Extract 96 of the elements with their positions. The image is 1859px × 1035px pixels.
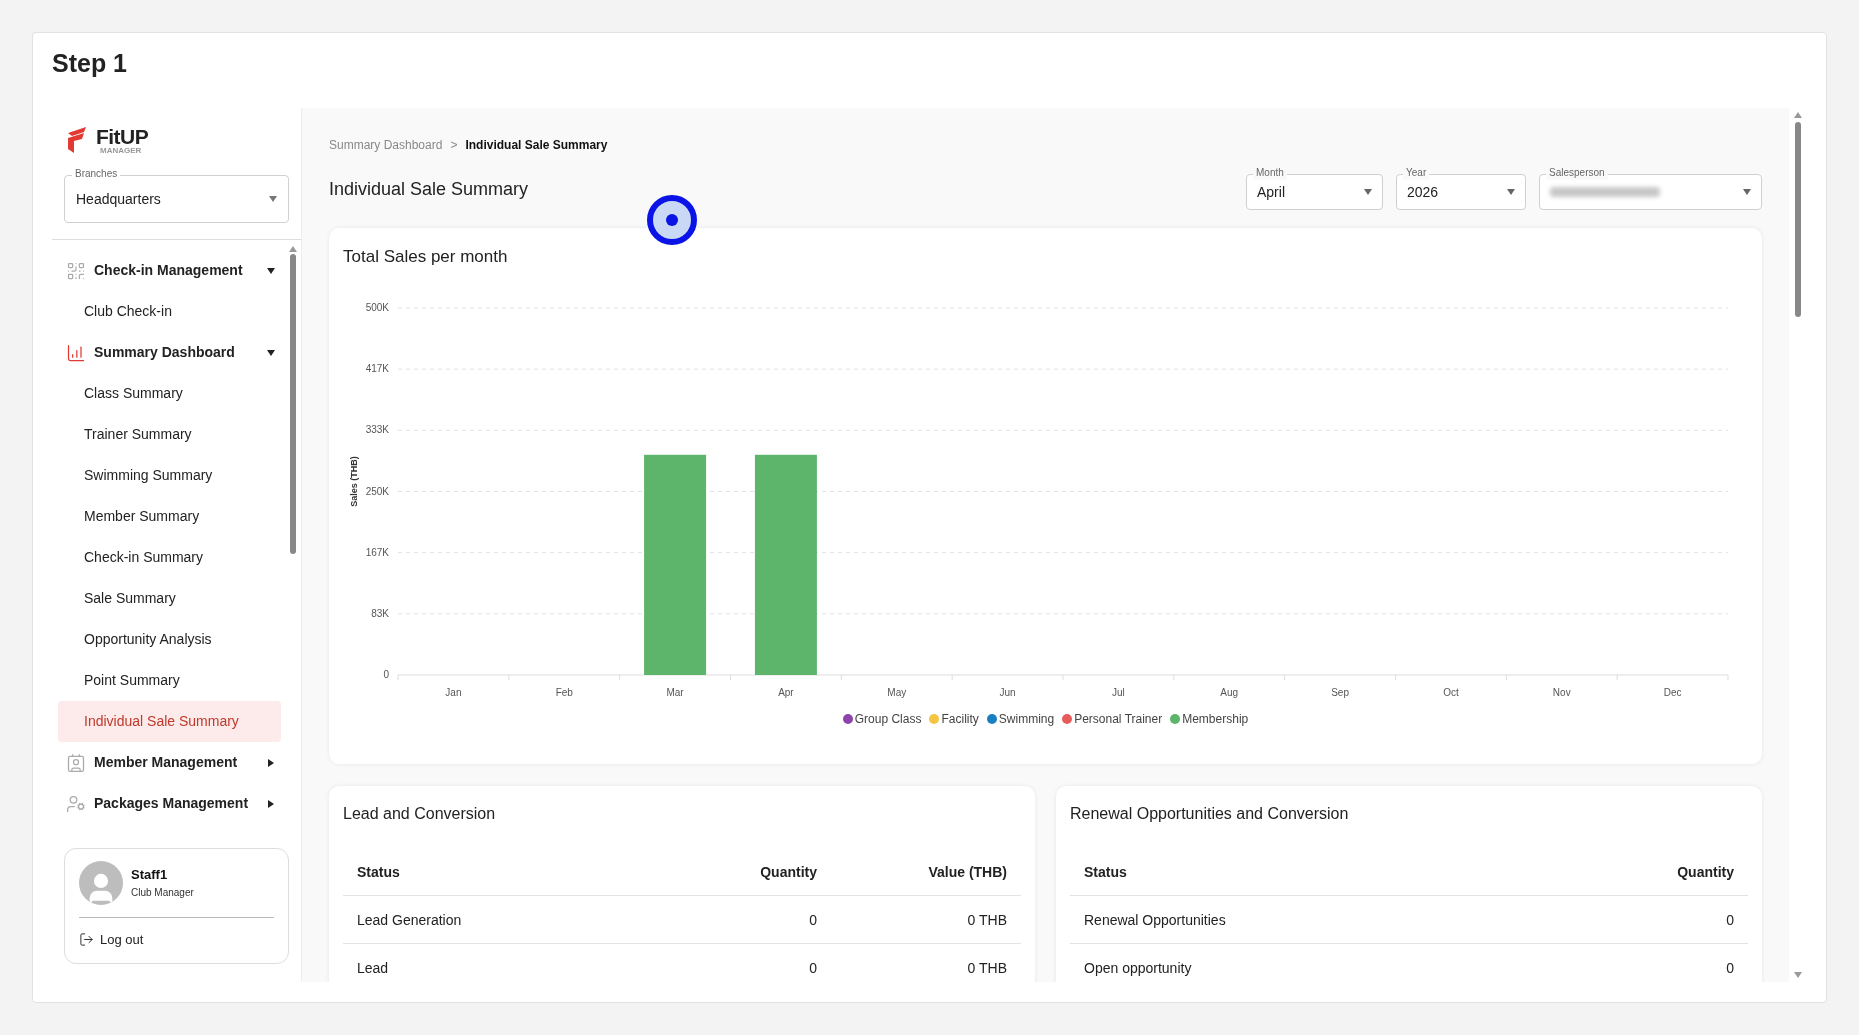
column-header: Status [357, 863, 400, 880]
table-cell: Renewal Opportunities [1084, 911, 1226, 928]
scrollbar-thumb[interactable] [290, 254, 296, 554]
select-value: April [1257, 182, 1285, 202]
y-tick-label: 250K [365, 485, 389, 497]
table-cell: Lead [357, 959, 389, 976]
logout-button[interactable]: Log out [79, 929, 144, 949]
menu-group-label: Member Management [94, 753, 238, 772]
dropdown-caret-icon [269, 196, 277, 202]
column-header: Status [1084, 863, 1127, 880]
menu-group-label: Packages Management [94, 794, 249, 813]
field-label: Year [1403, 166, 1430, 180]
select-value: 2026 [1407, 182, 1439, 202]
menu-item[interactable]: Individual Sale Summary [58, 701, 281, 742]
caret-right-icon [268, 799, 274, 808]
legend-label: Group Class [854, 711, 922, 728]
y-tick-label: 500K [365, 302, 389, 313]
x-tick-label: Jul [1112, 687, 1125, 698]
column-header: Quantity [760, 863, 817, 880]
menu-item[interactable]: Swimming Summary [58, 455, 281, 496]
x-tick-label: Jan [445, 687, 462, 698]
column-header: Value (THB) [928, 863, 1007, 880]
y-tick-label: 417K [365, 363, 389, 375]
caret-down-icon [267, 349, 275, 356]
menu-group-label: Check-in Management [94, 261, 243, 280]
logout-icon [79, 931, 94, 947]
menu-item[interactable]: Opportunity Analysis [58, 619, 281, 660]
user-role: Club Manager [131, 885, 194, 900]
x-tick-label: Feb [555, 687, 573, 698]
y-tick-label: 0 [383, 669, 389, 680]
menu-group[interactable]: Packages Management [52, 783, 287, 824]
column-header: Quantity [1677, 863, 1734, 880]
step-title: Step 1 [51, 48, 129, 79]
brand-name: FitUP [96, 126, 149, 147]
y-axis-title: Sales (THB) [349, 456, 359, 507]
scrollbar-thumb[interactable] [1795, 122, 1801, 317]
table-cell: 0 [1726, 959, 1734, 976]
menu-item[interactable]: Trainer Summary [58, 414, 281, 455]
caret-down-icon [267, 267, 275, 274]
qr-code-icon [66, 260, 86, 281]
legend-label: Membership [1182, 711, 1249, 728]
menu-group[interactable]: Check-in Management [52, 250, 287, 291]
menu-group[interactable]: Summary Dashboard [52, 332, 287, 373]
table-cell: 0 [809, 959, 817, 976]
scroll-up-icon[interactable] [1794, 112, 1802, 118]
menu-group[interactable]: Member Management [52, 742, 287, 783]
breadcrumb-separator: > [450, 137, 458, 154]
x-tick-label: Oct [1443, 687, 1459, 698]
x-tick-label: Mar [666, 687, 684, 698]
table-cell: 0 THB [967, 959, 1007, 976]
avatar-icon [79, 860, 123, 905]
breadcrumb-item[interactable]: Summary Dashboard [329, 136, 443, 154]
y-tick-label: 167K [365, 546, 389, 558]
scroll-down-icon[interactable] [1794, 972, 1802, 978]
x-tick-label: Sep [1331, 687, 1349, 698]
x-tick-label: May [887, 687, 907, 698]
card-title: Total Sales per month [343, 246, 509, 268]
legend-label: Personal Trainer [1074, 711, 1163, 728]
y-tick-label: 83K [371, 607, 389, 619]
x-tick-label: Nov [1552, 687, 1571, 698]
menu-group-label: Summary Dashboard [94, 343, 235, 362]
breadcrumb-item: Individual Sale Summary [465, 137, 608, 154]
x-tick-label: Aug [1220, 687, 1239, 698]
x-tick-label: Jun [999, 687, 1016, 698]
x-tick-label: Dec [1663, 687, 1682, 698]
menu-item[interactable]: Point Summary [58, 660, 281, 701]
field-label: Month [1253, 166, 1287, 180]
brand-tagline: MANAGER [100, 147, 143, 155]
menu-item[interactable]: Class Summary [58, 373, 281, 414]
table-cell: 0 [809, 911, 817, 928]
table-cell: Open opportunity [1084, 959, 1192, 976]
y-tick-label: 333K [365, 424, 389, 436]
table-cell: 0 [1726, 911, 1734, 928]
legend-label: Facility [941, 711, 979, 728]
user-cog-icon [66, 793, 86, 814]
menu-item[interactable]: Check-in Summary [58, 537, 281, 578]
table-cell: 0 THB [967, 911, 1007, 928]
field-label: Salesperson [1546, 166, 1608, 180]
x-tick-label: Apr [778, 687, 794, 698]
id-badge-icon [66, 752, 86, 773]
menu-item[interactable]: Sale Summary [58, 578, 281, 619]
select-value: Headquarters [76, 189, 161, 209]
dropdown-caret-icon [1743, 189, 1751, 195]
legend-label: Swimming [998, 711, 1055, 728]
card-title: Renewal Opportunities and Conversion [1070, 804, 1350, 824]
page-title: Individual Sale Summary [329, 178, 529, 201]
card-title: Lead and Conversion [343, 804, 497, 824]
dropdown-caret-icon [1364, 189, 1372, 195]
dropdown-caret-icon [1507, 189, 1515, 195]
scroll-up-icon[interactable] [289, 246, 297, 252]
table-cell: Lead Generation [357, 911, 462, 928]
menu-item[interactable]: Member Summary [58, 496, 281, 537]
caret-right-icon [268, 758, 274, 767]
user-name: Staff1 [131, 866, 169, 885]
menu-item[interactable]: Club Check-in [58, 291, 281, 332]
bar-chart-icon [66, 342, 86, 363]
